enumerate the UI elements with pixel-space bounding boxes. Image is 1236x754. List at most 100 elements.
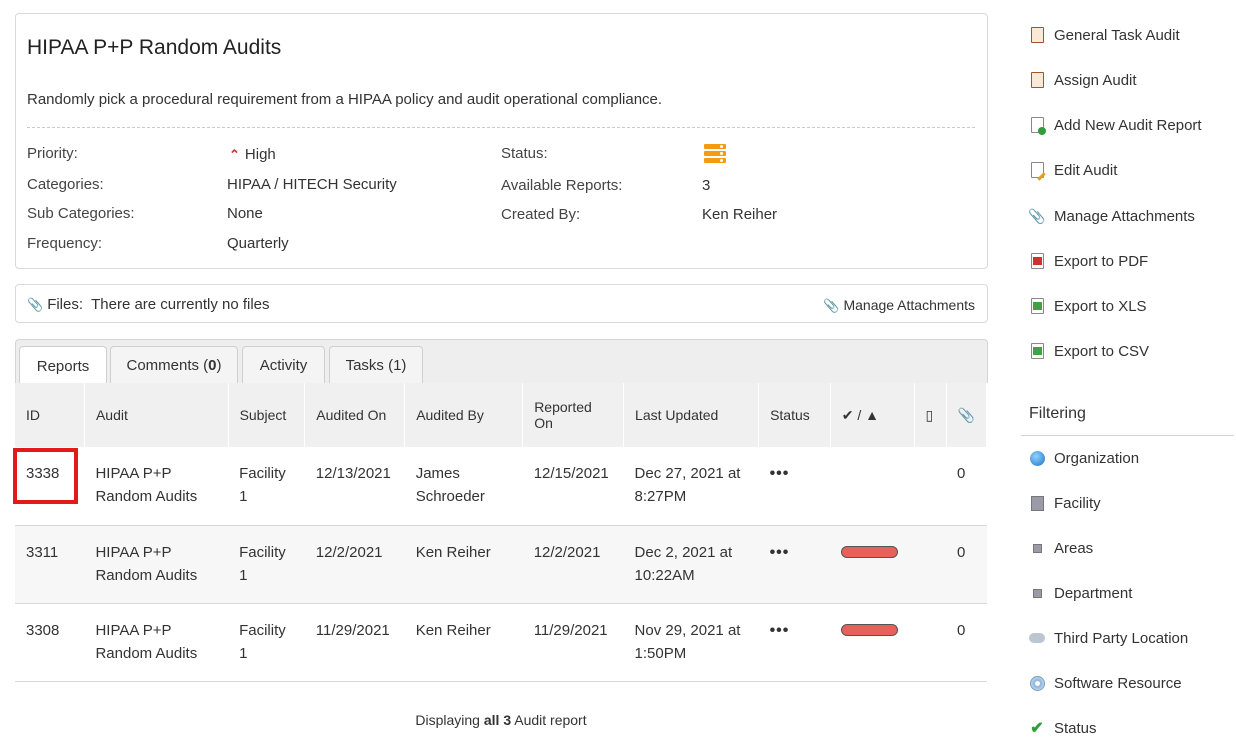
- row-status-menu[interactable]: •••: [758, 447, 831, 526]
- row-audit-link[interactable]: HIPAA P+P Random Audits: [84, 525, 229, 604]
- action-label: Manage Attachments: [1054, 207, 1195, 225]
- tab-comments-count: 0: [208, 357, 217, 374]
- header-audited-by[interactable]: Audited By: [404, 383, 524, 447]
- row-audit-link[interactable]: HIPAA P+P Random Audits: [84, 447, 229, 526]
- filter-label: Organization: [1054, 449, 1140, 467]
- filter-facility[interactable]: Facility: [1029, 494, 1101, 512]
- filter-organization[interactable]: Organization: [1029, 449, 1139, 467]
- row-progress: [830, 603, 915, 682]
- categories-label: Categories:: [27, 176, 104, 193]
- header-status[interactable]: Status: [758, 383, 831, 447]
- header-audited-on[interactable]: Audited On: [304, 383, 406, 447]
- action-label: Export to XLS: [1054, 297, 1147, 315]
- building-icon: [1029, 494, 1045, 512]
- tab-tasks[interactable]: Tasks (1): [329, 346, 423, 384]
- row-last-updated: Dec 27, 2021 at 8:27PM: [623, 447, 759, 526]
- footer-suffix: Audit report: [514, 712, 587, 728]
- header-attachments: 📎: [946, 383, 987, 447]
- pdf-icon: [1029, 252, 1045, 270]
- filter-areas[interactable]: Areas: [1029, 539, 1093, 557]
- department-icon: [1029, 584, 1045, 602]
- row-audited-on: 11/29/2021: [304, 603, 405, 682]
- row-audit-link[interactable]: HIPAA P+P Random Audits: [84, 603, 229, 682]
- manage-attachments-label: Manage Attachments: [843, 297, 975, 313]
- header-reported-on[interactable]: Reported On: [522, 383, 625, 447]
- files-message: There are currently no files: [91, 296, 270, 313]
- filter-label: Software Resource: [1054, 674, 1182, 692]
- document-edit-icon: [1029, 161, 1045, 179]
- warning-icon: ▲: [865, 406, 879, 423]
- header-check-warning: ✔ / ▲: [830, 383, 915, 447]
- tab-comments[interactable]: Comments (0): [110, 346, 238, 384]
- row-attachment-count: 0: [946, 603, 987, 682]
- area-icon: [1029, 539, 1045, 557]
- filter-department[interactable]: Department: [1029, 584, 1132, 602]
- clipboard-icon: [1029, 71, 1045, 89]
- header-last-updated[interactable]: Last Updated: [623, 383, 760, 447]
- filter-label: Third Party Location: [1054, 629, 1189, 647]
- filter-label: Facility: [1054, 494, 1101, 512]
- subcategories-value: None: [227, 205, 263, 222]
- action-label: Add New Audit Report: [1054, 116, 1202, 134]
- header-id[interactable]: ID: [15, 383, 85, 447]
- header-mobile: ▯: [914, 383, 947, 447]
- action-label: Assign Audit: [1054, 71, 1137, 89]
- filter-status[interactable]: ✔ Status: [1029, 719, 1096, 738]
- table-row: 3338 HIPAA P+P Random Audits Facility 1 …: [15, 447, 987, 526]
- paperclip-icon: 📎: [1028, 207, 1046, 224]
- action-assign-audit[interactable]: Assign Audit: [1029, 71, 1137, 89]
- audit-details-card: HIPAA P+P Random Audits Randomly pick a …: [15, 13, 988, 269]
- check-separator: /: [857, 406, 862, 423]
- row-mobile: [914, 525, 946, 604]
- files-bar: 📎 Files: There are currently no files 📎 Ma…: [15, 284, 988, 323]
- row-subject: Facility 1: [228, 603, 305, 682]
- clipboard-icon: [1029, 26, 1045, 44]
- priority-label: Priority:: [27, 145, 78, 162]
- filtering-divider: [1021, 435, 1234, 436]
- row-audited-on: 12/13/2021: [304, 447, 405, 526]
- action-export-pdf[interactable]: Export to PDF: [1029, 252, 1148, 270]
- row-progress: [830, 525, 915, 604]
- action-general-task-audit[interactable]: General Task Audit: [1029, 26, 1180, 44]
- table-row: 3308 HIPAA P+P Random Audits Facility 1 …: [15, 603, 987, 682]
- filter-third-party-location[interactable]: Third Party Location: [1029, 629, 1188, 647]
- filter-label: Areas: [1054, 539, 1094, 557]
- row-id-link[interactable]: 3308: [15, 603, 85, 682]
- paperclip-icon: 📎: [957, 406, 975, 423]
- row-status-menu[interactable]: •••: [758, 603, 831, 682]
- tab-reports[interactable]: Reports: [19, 346, 107, 385]
- created-by-value: Ken Reiher: [702, 206, 778, 223]
- files-status: 📎 Files: There are currently no files: [27, 296, 270, 313]
- row-attachment-count: 0: [946, 447, 987, 526]
- filter-label: Department: [1054, 584, 1133, 602]
- paperclip-icon: 📎: [823, 298, 840, 313]
- row-progress: [830, 447, 915, 526]
- audit-description: Randomly pick a procedural requirement f…: [27, 91, 663, 108]
- subcategories-label: Sub Categories:: [27, 205, 135, 222]
- xls-icon: [1029, 297, 1045, 315]
- header-audit[interactable]: Audit: [84, 383, 229, 447]
- action-export-xls[interactable]: Export to XLS: [1029, 297, 1147, 315]
- filter-software-resource[interactable]: Software Resource: [1029, 674, 1182, 692]
- tab-comments-suffix: ): [216, 357, 222, 374]
- page-title: HIPAA P+P Random Audits: [27, 36, 282, 59]
- status-bar: [841, 545, 899, 558]
- priority-high-icon: ⌃: [229, 147, 240, 162]
- table-row: 3311 HIPAA P+P Random Audits Facility 1 …: [15, 525, 987, 604]
- frequency-value: Quarterly: [227, 235, 289, 252]
- action-export-csv[interactable]: Export to CSV: [1029, 342, 1149, 360]
- header-subject[interactable]: Subject: [228, 383, 306, 447]
- row-audited-on: 12/2/2021: [304, 525, 405, 604]
- row-status-menu[interactable]: •••: [758, 525, 831, 604]
- row-id-link[interactable]: 3311: [15, 525, 85, 604]
- row-mobile: [914, 447, 946, 526]
- tabs-bar: Reports Comments (0) Activity Tasks (1): [15, 339, 988, 385]
- action-edit-audit[interactable]: Edit Audit: [1029, 161, 1117, 179]
- available-reports-link[interactable]: 3: [702, 177, 710, 194]
- manage-attachments-link[interactable]: 📎 Manage Attachments: [823, 297, 975, 314]
- action-add-new-audit-report[interactable]: Add New Audit Report: [1029, 116, 1202, 135]
- tab-activity[interactable]: Activity: [242, 346, 325, 384]
- action-manage-attachments[interactable]: 📎 Manage Attachments: [1028, 207, 1195, 225]
- footer-count: all 3: [483, 712, 512, 728]
- csv-icon: [1029, 342, 1045, 360]
